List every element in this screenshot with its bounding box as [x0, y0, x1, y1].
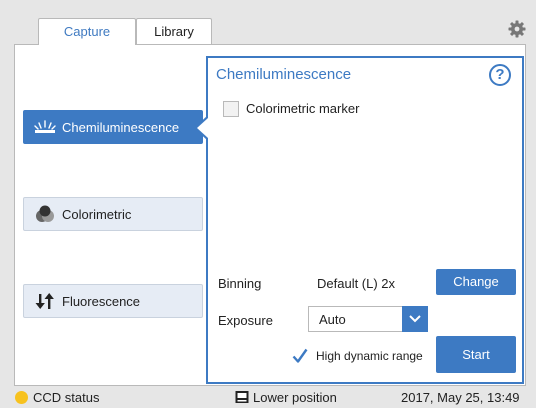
detail-title: Chemiluminescence: [216, 66, 352, 83]
exposure-select[interactable]: Auto: [308, 306, 428, 332]
checkmark-icon[interactable]: [292, 348, 308, 364]
change-binning-button[interactable]: Change: [436, 269, 516, 295]
chemiluminescence-icon: [34, 118, 56, 136]
tab-capture[interactable]: Capture: [38, 18, 136, 45]
exposure-value: Auto: [319, 312, 346, 327]
exposure-label: Exposure: [218, 313, 273, 328]
colorimetric-marker-checkbox[interactable]: [223, 101, 239, 117]
mode-chemiluminescence-label: Chemiluminescence: [62, 119, 180, 135]
mode-fluorescence-label: Fluorescence: [62, 293, 141, 309]
panel-pointer-fill: [197, 118, 208, 138]
mode-chemiluminescence-button[interactable]: Chemiluminescence: [23, 110, 203, 144]
ccd-status-label: CCD status: [33, 390, 100, 405]
mode-colorimetric-label: Colorimetric: [62, 206, 132, 222]
mode-colorimetric-button[interactable]: Colorimetric: [23, 197, 203, 231]
binning-label: Binning: [218, 276, 262, 291]
colorimetric-marker-label: Colorimetric marker: [246, 101, 360, 116]
tab-library[interactable]: Library: [136, 18, 212, 44]
tray-icon: [235, 390, 249, 404]
question-icon[interactable]: ?: [489, 64, 511, 86]
high-dynamic-range-label: High dynamic range: [316, 349, 423, 363]
position-label: Lower position: [253, 390, 337, 405]
datetime-label: 2017, May 25, 13:49: [401, 390, 520, 405]
colorimetric-icon: [34, 205, 56, 223]
gear-icon[interactable]: [508, 20, 526, 38]
fluorescence-arrows-icon: [34, 292, 56, 310]
start-button[interactable]: Start: [436, 336, 516, 373]
chevron-down-icon[interactable]: [402, 306, 428, 332]
binning-value: Default (L) 2x: [317, 276, 396, 291]
mode-fluorescence-button[interactable]: Fluorescence: [23, 284, 203, 318]
ccd-status-indicator: [15, 391, 28, 404]
